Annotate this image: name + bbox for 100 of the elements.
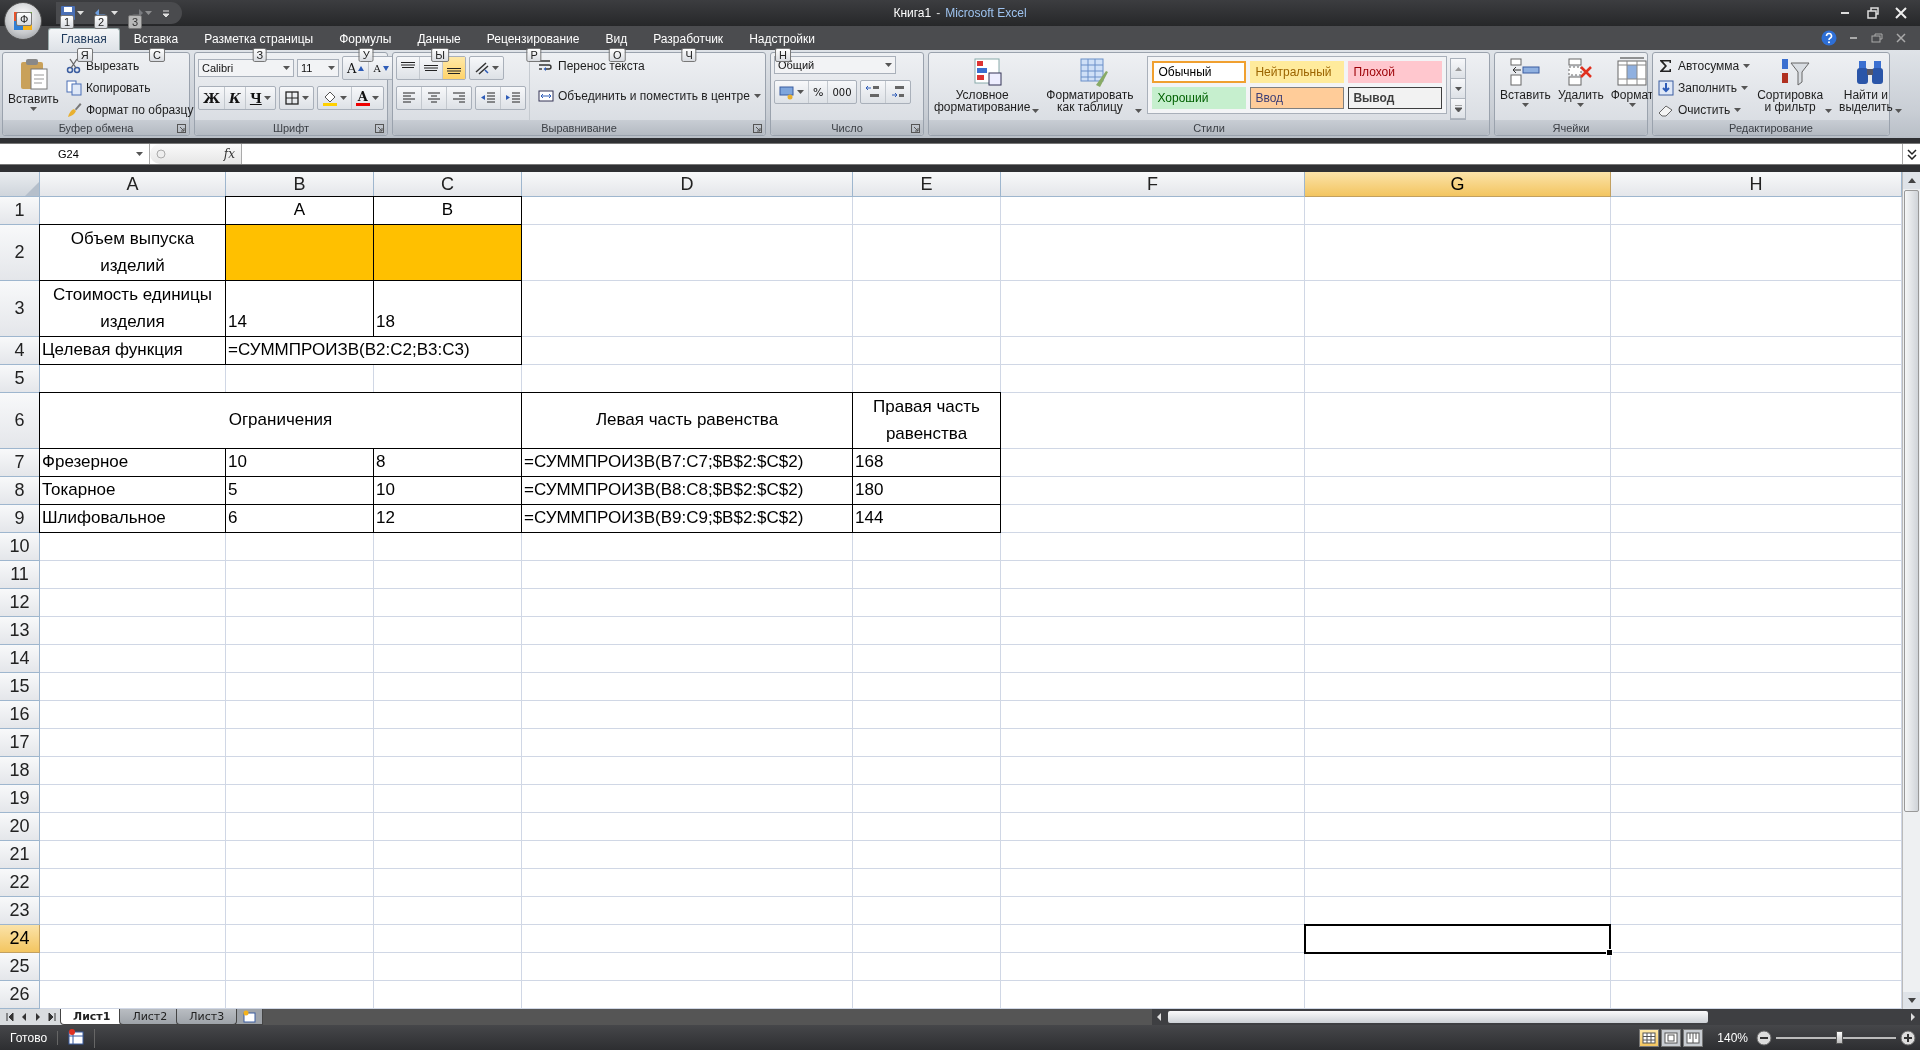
row-header[interactable]: 14 xyxy=(0,645,40,673)
ribbon-tab[interactable]: Главная xyxy=(48,28,120,50)
font-color-button[interactable]: A xyxy=(351,87,383,109)
column-header[interactable]: B xyxy=(226,172,374,197)
column-header[interactable]: G xyxy=(1305,172,1611,197)
cell-style-option[interactable]: Обычный xyxy=(1152,61,1247,83)
thousands-button[interactable]: 000 xyxy=(828,81,856,103)
underline-button[interactable]: Ч xyxy=(245,87,275,109)
row-header[interactable]: 6 xyxy=(0,393,40,449)
row-header[interactable]: 4 xyxy=(0,337,40,365)
insert-cells-button[interactable]: Вставить xyxy=(1498,56,1553,120)
restore-icon xyxy=(1866,6,1880,20)
dialog-launcher-button[interactable] xyxy=(177,123,186,135)
sheet-tab[interactable]: Лист3 xyxy=(176,1009,238,1025)
row-header[interactable]: 26 xyxy=(0,981,40,1009)
row-header[interactable]: 20 xyxy=(0,813,40,841)
dialog-launcher-button[interactable] xyxy=(375,123,384,135)
ribbon-tab[interactable]: Разработчик xyxy=(641,28,736,50)
row-header[interactable]: 23 xyxy=(0,897,40,925)
row-header[interactable]: 9 xyxy=(0,505,40,533)
zoom-in-button[interactable] xyxy=(1900,1030,1916,1046)
row-header[interactable]: 2 xyxy=(0,225,40,281)
align-bottom-button[interactable] xyxy=(443,57,465,79)
zoom-slider-thumb[interactable] xyxy=(1835,1031,1843,1044)
fill-button[interactable]: Заполнить xyxy=(1656,78,1753,98)
row-header[interactable]: 5 xyxy=(0,365,40,393)
table-cell: Правая часть равенства xyxy=(852,392,1001,449)
row-header[interactable]: 13 xyxy=(0,617,40,645)
row-header[interactable]: 3 xyxy=(0,281,40,337)
ribbon-tab[interactable]: Вид xyxy=(593,28,640,50)
expand-gallery-button[interactable] xyxy=(1451,99,1466,119)
copy-button[interactable]: Копировать xyxy=(63,78,196,98)
ribbon-tab[interactable]: Надстройки xyxy=(737,28,827,50)
angled-text-icon xyxy=(474,60,490,76)
key-tip-tooltip: Н xyxy=(775,48,791,62)
cell-style-option[interactable]: Ввод xyxy=(1250,87,1345,109)
column-header[interactable]: H xyxy=(1611,172,1902,197)
row-header[interactable]: 17 xyxy=(0,729,40,757)
cell-style-option[interactable]: Нейтральный xyxy=(1250,61,1345,83)
row-header[interactable]: 24 xyxy=(0,925,40,953)
row-header[interactable]: 18 xyxy=(0,757,40,785)
normal-view-button[interactable] xyxy=(1639,1029,1660,1047)
corner-triangle-icon xyxy=(25,182,39,196)
row-header[interactable]: 11 xyxy=(0,561,40,589)
page-layout-button[interactable] xyxy=(1661,1029,1682,1047)
ribbon-tab[interactable]: Вставка xyxy=(121,28,191,50)
column-header[interactable]: F xyxy=(1001,172,1305,197)
column-header[interactable]: C xyxy=(374,172,522,197)
row-header[interactable]: 22 xyxy=(0,869,40,897)
row-header[interactable]: 15 xyxy=(0,673,40,701)
macro-record-icon xyxy=(68,1028,85,1045)
row-header[interactable]: 25 xyxy=(0,953,40,981)
sort-filter-button[interactable]: Сортировка и фильтр xyxy=(1755,56,1835,120)
row-header[interactable]: 8 xyxy=(0,477,40,505)
zoom-out-button[interactable] xyxy=(1756,1030,1772,1046)
name-box[interactable]: G24 xyxy=(0,144,150,164)
dialog-launcher-button[interactable] xyxy=(911,123,920,135)
delete-cells-button[interactable]: Удалить xyxy=(1555,56,1606,120)
clear-button[interactable]: Очистить xyxy=(1656,100,1753,120)
column-header[interactable]: E xyxy=(853,172,1001,197)
merge-center-button[interactable]: Объединить и поместить в центре xyxy=(536,86,763,106)
align-lines-icon xyxy=(451,90,467,106)
ribbon-tab[interactable]: Разметка страницы xyxy=(192,28,326,50)
row-header[interactable]: 1 xyxy=(0,197,40,225)
format-painter-button[interactable]: Формат по образцу xyxy=(63,100,196,120)
row-header[interactable]: 19 xyxy=(0,785,40,813)
scrollbar-thumb[interactable] xyxy=(1168,1011,1708,1023)
italic-button[interactable]: К xyxy=(225,87,246,109)
ribbon-tab[interactable]: Формулы xyxy=(327,28,404,50)
paste-button[interactable]: Вставить xyxy=(6,56,61,120)
row-header[interactable]: 10 xyxy=(0,533,40,561)
row-header[interactable]: 16 xyxy=(0,701,40,729)
dialog-launcher-button[interactable] xyxy=(753,123,762,135)
new-sheet-button[interactable] xyxy=(235,1009,264,1025)
autosum-button[interactable]: Автосумма xyxy=(1656,56,1753,76)
close-icon xyxy=(1894,31,1908,45)
row-header[interactable]: 7 xyxy=(0,449,40,477)
caret-icon xyxy=(339,96,347,100)
caret-icon xyxy=(283,66,290,70)
scroll-down-button[interactable] xyxy=(1451,79,1466,99)
bold-button[interactable]: Ж xyxy=(199,87,226,109)
money-icon xyxy=(779,84,795,100)
row-header[interactable]: 21 xyxy=(0,841,40,869)
cell-style-option[interactable]: Хороший xyxy=(1152,87,1247,109)
font-size-field[interactable]: 11 xyxy=(297,59,339,77)
ribbon-tab[interactable]: Рецензирование xyxy=(474,28,592,50)
page-break-view-button[interactable] xyxy=(1683,1029,1704,1047)
find-select-button[interactable]: Найти и выделить xyxy=(1837,56,1904,120)
cell-style-option[interactable]: Вывод xyxy=(1348,87,1443,109)
conditional-formatting-button[interactable]: Условное форматирование xyxy=(932,56,1042,120)
format-as-table-button[interactable]: Форматировать как таблицу xyxy=(1044,56,1145,120)
scrollbar-thumb[interactable] xyxy=(1904,190,1919,812)
column-header[interactable]: A xyxy=(40,172,226,197)
column-header[interactable]: D xyxy=(522,172,853,197)
insert-function-button[interactable]: fx xyxy=(223,147,235,161)
row-header[interactable]: 12 xyxy=(0,589,40,617)
cell-style-option[interactable]: Плохой xyxy=(1348,61,1443,83)
ribbon-tab[interactable]: Данные xyxy=(405,28,473,50)
percent-button[interactable]: % xyxy=(809,81,829,103)
font-name-field[interactable]: Calibri xyxy=(198,59,294,77)
